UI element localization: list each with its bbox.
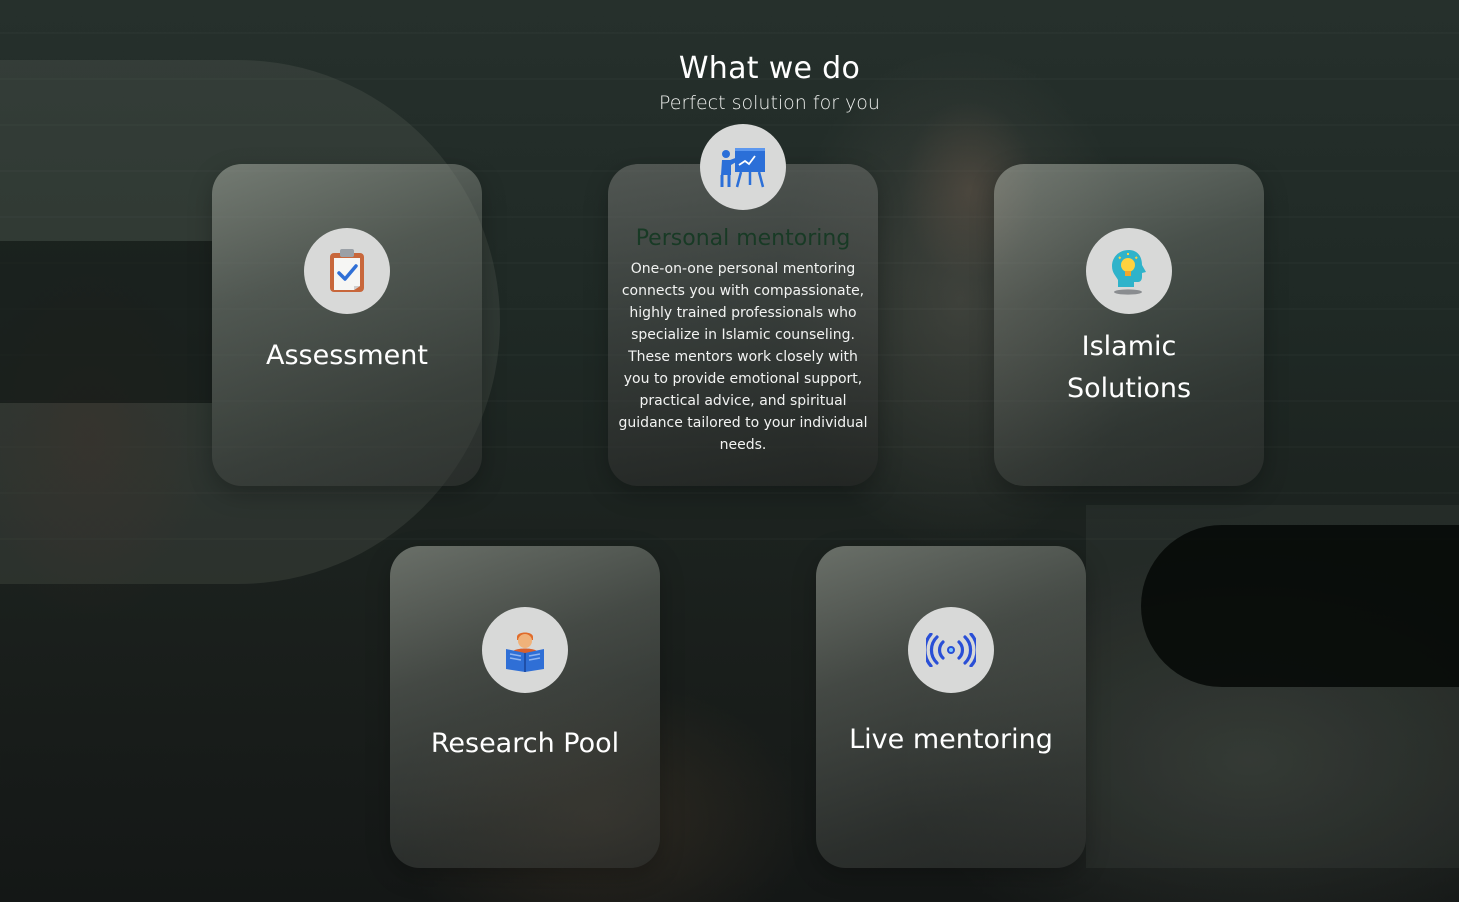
clipboard-check-icon	[304, 228, 390, 314]
person-reading-book-icon	[482, 607, 568, 693]
card-title: Assessment	[266, 340, 428, 371]
card-islamic-solutions[interactable]: Islamic Solutions	[994, 164, 1264, 486]
card-description: One-on-one personal mentoring connects y…	[618, 261, 868, 453]
section-subtitle: Perfect solution for you	[659, 92, 880, 114]
presentation-teacher-icon	[700, 124, 786, 210]
card-assessment[interactable]: Assessment	[212, 164, 482, 486]
head-lightbulb-icon	[1086, 228, 1172, 314]
section-title: What we do	[678, 51, 861, 86]
card-title: Live mentoring	[849, 724, 1053, 755]
decor-shape-left-cut	[0, 241, 212, 403]
card-title: Research Pool	[430, 728, 620, 759]
card-personal-mentoring[interactable]: Personal mentoring One-on-one personal m…	[608, 164, 878, 486]
card-research-pool[interactable]: Research Pool	[390, 546, 660, 868]
card-title: Personal mentoring	[635, 226, 851, 251]
card-live-mentoring[interactable]: Live mentoring	[816, 546, 1086, 868]
decor-shape-right-dark	[1141, 525, 1459, 687]
card-title-line2: Solutions	[1066, 373, 1192, 404]
card-title-line1: Islamic	[1081, 331, 1177, 362]
broadcast-signal-icon	[908, 607, 994, 693]
